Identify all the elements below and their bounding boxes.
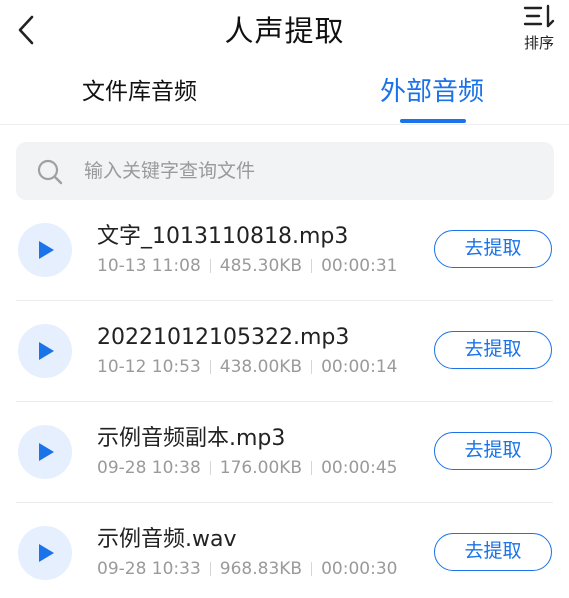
tab-bar: 文件库音频 外部音频: [0, 64, 569, 125]
file-name: 示例音频.wav: [97, 527, 237, 552]
file-row[interactable]: 示例音频副本.mp3 09-28 10:38 176.00KB 00:00:45…: [16, 402, 553, 503]
file-row[interactable]: 20221012105322.mp3 10-12 10:53 438.00KB …: [16, 301, 553, 402]
file-meta: 09-28 10:38 176.00KB 00:00:45: [97, 457, 397, 479]
sort-label: 排序: [523, 34, 554, 52]
meta-divider: [209, 360, 211, 374]
file-meta: 09-28 10:33 968.83KB 00:00:30: [97, 558, 397, 580]
meta-divider: [209, 562, 211, 576]
tab-external-audio[interactable]: 外部音频: [380, 72, 484, 116]
play-button[interactable]: [18, 425, 72, 479]
play-icon: [39, 443, 54, 461]
file-duration: 00:00:45: [321, 458, 398, 478]
file-size: 968.83KB: [219, 559, 303, 579]
search-input[interactable]: [84, 142, 534, 200]
play-icon: [39, 544, 54, 562]
play-button[interactable]: [18, 526, 72, 580]
file-name: 文字_1013110818.mp3: [97, 224, 349, 249]
file-name: 20221012105322.mp3: [97, 325, 350, 350]
file-size: 438.00KB: [219, 357, 303, 377]
meta-divider: [209, 461, 211, 475]
file-meta: 10-13 11:08 485.30KB 00:00:31: [97, 255, 397, 277]
sort-icon: [523, 4, 555, 28]
file-meta: 10-12 10:53 438.00KB 00:00:14: [97, 356, 397, 378]
meta-divider: [311, 461, 313, 475]
play-button[interactable]: [18, 324, 72, 378]
file-duration: 00:00:14: [321, 357, 398, 377]
meta-divider: [311, 562, 313, 576]
file-datetime: 09-28 10:38: [97, 458, 201, 478]
play-icon: [39, 241, 54, 259]
active-tab-indicator: [400, 119, 466, 123]
tab-library-audio[interactable]: 文件库音频: [82, 72, 197, 116]
file-row[interactable]: 文字_1013110818.mp3 10-13 11:08 485.30KB 0…: [16, 200, 553, 301]
file-datetime: 09-28 10:33: [97, 559, 201, 579]
extract-button[interactable]: 去提取: [434, 533, 552, 571]
search-icon: [37, 159, 63, 185]
file-size: 485.30KB: [219, 256, 303, 276]
extract-button[interactable]: 去提取: [434, 432, 552, 470]
header: 人声提取 排序: [0, 0, 569, 64]
extract-button[interactable]: 去提取: [434, 230, 552, 268]
play-icon: [39, 342, 54, 360]
file-list: 文字_1013110818.mp3 10-13 11:08 485.30KB 0…: [0, 200, 569, 598]
file-datetime: 10-12 10:53: [97, 357, 201, 377]
sort-button[interactable]: 排序: [517, 4, 561, 60]
search-bar[interactable]: [16, 142, 554, 200]
file-name: 示例音频副本.mp3: [97, 426, 286, 451]
file-row[interactable]: 示例音频.wav 09-28 10:33 968.83KB 00:00:30 去…: [16, 503, 553, 598]
voice-extract-screen: 人声提取 排序 文件库音频 外部音频 输入关键字查询文件 文字_10131108…: [0, 0, 569, 598]
meta-divider: [209, 259, 211, 273]
extract-button[interactable]: 去提取: [434, 331, 552, 369]
meta-divider: [311, 360, 313, 374]
file-datetime: 10-13 11:08: [97, 256, 201, 276]
file-duration: 00:00:31: [321, 256, 398, 276]
file-duration: 00:00:30: [321, 559, 398, 579]
play-button[interactable]: [18, 223, 72, 277]
meta-divider: [311, 259, 313, 273]
file-size: 176.00KB: [219, 458, 303, 478]
page-title: 人声提取: [224, 14, 345, 48]
